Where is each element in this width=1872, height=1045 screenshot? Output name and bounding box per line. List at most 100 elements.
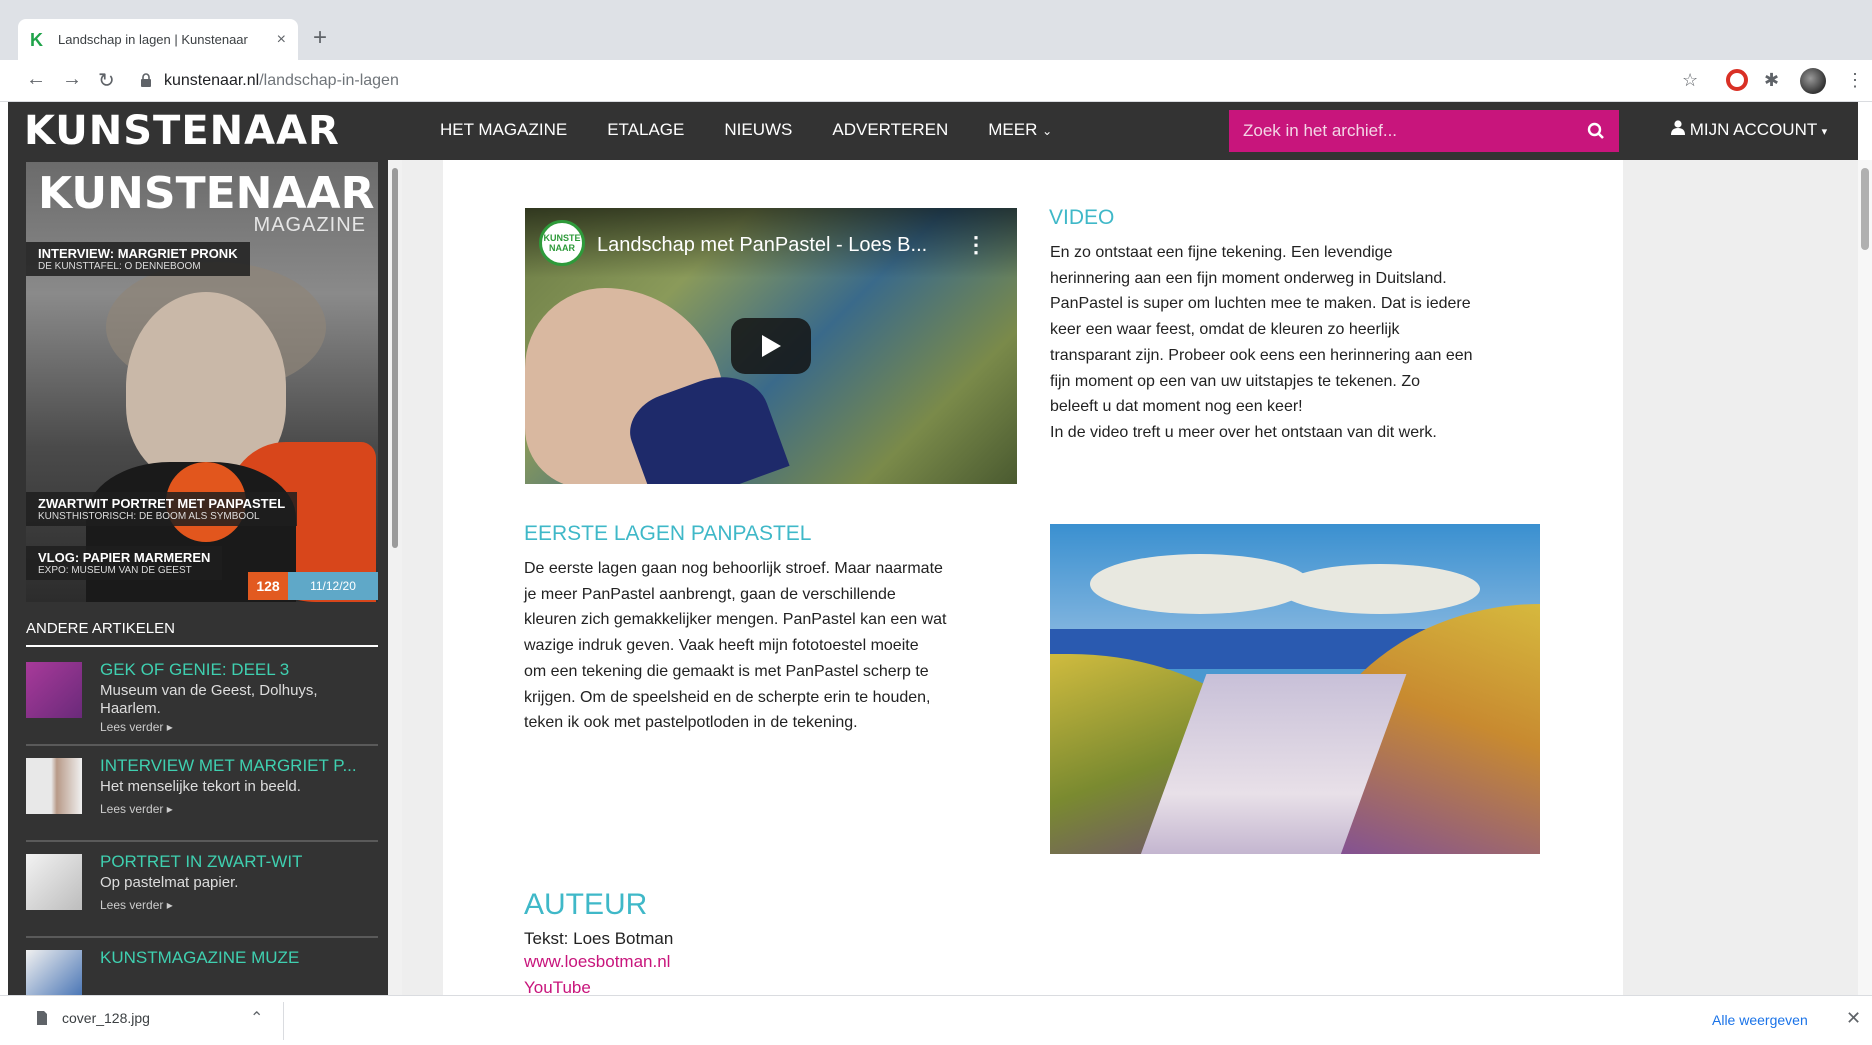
article-title[interactable]: KUNSTMAGAZINE MUZE: [100, 948, 378, 968]
article-description: Museum van de Geest, Dolhuys, Haarlem.: [100, 682, 318, 717]
article-title[interactable]: PORTRET IN ZWART-WIT: [100, 852, 378, 872]
cover-line-title: VLOG: PAPIER MARMEREN: [38, 550, 211, 565]
browser-menu-icon[interactable]: ⋮: [1846, 70, 1864, 91]
close-download-bar-icon[interactable]: ✕: [1846, 1008, 1861, 1029]
cover-line: INTERVIEW: MARGRIET PRONK DE KUNSTTAFEL:…: [26, 242, 250, 276]
article-item[interactable]: PORTRET IN ZWART-WIT Op pastelmat papier…: [26, 842, 378, 938]
article-title[interactable]: GEK OF GENIE: DEEL 3: [100, 660, 378, 680]
read-more-link[interactable]: Lees verder ▸: [100, 802, 173, 816]
site-logo[interactable]: KUNSTENAAR: [24, 108, 340, 154]
text-line: krijgen. Om de speelsheid en de scherpte…: [524, 688, 931, 706]
article-thumbnail[interactable]: [26, 758, 82, 814]
article-description: Het menselijke tekort in beeld.: [100, 778, 301, 795]
layers-section-heading: EERSTE LAGEN PANPASTEL: [524, 522, 812, 545]
read-more-link[interactable]: Lees verder ▸: [100, 720, 173, 734]
video-more-icon[interactable]: ⋮: [965, 232, 987, 258]
nav-het-magazine[interactable]: HET MAGAZINE: [440, 120, 567, 140]
text-line: De eerste lagen gaan nog behoorlijk stro…: [524, 560, 943, 577]
back-arrow-icon[interactable]: ←: [26, 68, 46, 91]
author-text: Tekst: Loes Botman: [524, 929, 674, 948]
article-description: Op pastelmat papier.: [100, 874, 239, 891]
browser-tab[interactable]: K Landschap in lagen | Kunstenaar ×: [18, 19, 298, 60]
kunstenaar-favicon-icon: K: [30, 29, 43, 50]
bookmark-star-icon[interactable]: ☆: [1682, 70, 1698, 91]
download-item[interactable]: cover_128.jpg: [36, 1010, 150, 1026]
search-box: [1229, 110, 1619, 152]
main-nav: HET MAGAZINE ETALAGE NIEUWS ADVERTEREN M…: [440, 120, 1092, 140]
new-tab-button[interactable]: +: [313, 24, 327, 52]
cover-line-title: ZWARTWIT PORTRET MET PANPASTEL: [38, 496, 286, 511]
cover-line-sub: DE KUNSTTAFEL: O DENNEBOOM: [38, 261, 201, 272]
show-all-downloads-button[interactable]: Alle weergeven: [1712, 1012, 1808, 1028]
file-icon: [37, 1011, 47, 1025]
text-line: fijn moment op een van uw uitstapjes te …: [1050, 372, 1420, 390]
search-button[interactable]: [1573, 110, 1619, 152]
download-filename: cover_128.jpg: [62, 1010, 150, 1026]
article-thumbnail[interactable]: [26, 950, 82, 995]
cover-line-title: INTERVIEW: MARGRIET PRONK: [38, 246, 238, 261]
nav-meer[interactable]: MEER ⌄: [988, 120, 1052, 140]
text-line: wazige indruk geven. Vaak heeft mijn fot…: [524, 637, 919, 655]
cover-line: ZWARTWIT PORTRET MET PANPASTEL KUNSTHIST…: [26, 492, 298, 526]
sidebar: KUNSTENAAR MAGAZINE INTERVIEW: MARGRIET …: [8, 160, 388, 995]
youtube-link[interactable]: YouTube: [524, 978, 591, 995]
nav-adverteren[interactable]: ADVERTEREN: [832, 120, 948, 140]
reload-icon[interactable]: ↻: [98, 68, 115, 93]
extension-red-icon[interactable]: [1726, 69, 1748, 91]
text-line: En zo ontstaat een fijne tekening. Een l…: [1050, 244, 1393, 261]
article-thumbnail[interactable]: [26, 854, 82, 910]
text-line: teken ik ook met pastelpotloden in de te…: [524, 714, 858, 732]
panpastel-landscape-image: [1050, 524, 1540, 854]
page-scrollbar-thumb[interactable]: [1861, 168, 1869, 250]
text-line: keer een waar feest, omdat de kleuren zo…: [1050, 321, 1400, 339]
article-thumbnail[interactable]: [26, 662, 82, 718]
author-website-link[interactable]: www.loesbotman.nl: [524, 952, 670, 972]
extensions-puzzle-icon[interactable]: ✱: [1764, 70, 1779, 91]
article-item[interactable]: GEK OF GENIE: DEEL 3 Museum van de Geest…: [26, 650, 378, 746]
video-section-text: En zo ontstaat een fijne tekening. Een l…: [1050, 240, 1570, 446]
cover-line: VLOG: PAPIER MARMEREN EXPO: MUSEUM VAN D…: [26, 546, 223, 580]
browser-toolbar: ← → ↻ kunstenaar.nl/landschap-in-lagen ☆…: [0, 60, 1872, 102]
cover-subtitle: MAGAZINE: [253, 214, 366, 236]
read-more-link[interactable]: Lees verder ▸: [100, 898, 173, 912]
search-input[interactable]: [1229, 111, 1559, 151]
article-title[interactable]: INTERVIEW MET MARGRIET P...: [100, 756, 378, 776]
download-bar: cover_128.jpg ⌃ Alle weergeven ✕: [0, 995, 1872, 1045]
chevron-down-icon: ⌄: [1042, 124, 1053, 138]
sidebar-scrollbar[interactable]: [388, 160, 402, 995]
sidebar-scrollbar-thumb[interactable]: [392, 168, 398, 548]
author-heading: AUTEUR: [524, 888, 648, 921]
play-button[interactable]: [731, 318, 811, 374]
cover-line-sub: EXPO: MUSEUM VAN DE GEEST: [38, 565, 192, 576]
text-line: beleeft u dat moment nog een keer!: [1050, 398, 1303, 416]
video-title[interactable]: Landschap met PanPastel - Loes B...: [597, 234, 927, 257]
nav-etalage[interactable]: ETALAGE: [607, 120, 684, 140]
youtube-video-embed[interactable]: KUNSTE NAAR Landschap met PanPastel - Lo…: [525, 208, 1017, 484]
text-line: herinnering aan een fijn moment onderweg…: [1050, 269, 1447, 287]
cover-line-sub: KUNSTHISTORISCH: DE BOOM ALS SYMBOOL: [38, 511, 260, 522]
page-scrollbar[interactable]: [1858, 160, 1872, 995]
play-icon: [762, 335, 781, 357]
account-menu[interactable]: MIJN ACCOUNT ▾: [1671, 120, 1827, 140]
account-label: MIJN ACCOUNT: [1689, 120, 1817, 139]
channel-logo[interactable]: KUNSTE NAAR: [539, 220, 585, 266]
tab-title: Landschap in lagen | Kunstenaar: [58, 32, 248, 47]
forward-arrow-icon[interactable]: →: [62, 68, 82, 91]
article-item[interactable]: INTERVIEW MET MARGRIET P... Het menselij…: [26, 746, 378, 842]
profile-avatar[interactable]: [1800, 68, 1826, 94]
close-tab-icon[interactable]: ×: [277, 31, 286, 49]
cover-title: KUNSTENAAR: [38, 168, 375, 219]
caret-down-icon: ▾: [1821, 126, 1828, 138]
search-icon: [1587, 122, 1604, 139]
nav-nieuws[interactable]: NIEUWS: [724, 120, 792, 140]
other-articles-heading: ANDERE ARTIKELEN: [26, 620, 378, 647]
painting-cloud: [1280, 564, 1480, 614]
chevron-up-icon[interactable]: ⌃: [250, 1008, 263, 1028]
article-item[interactable]: KUNSTMAGAZINE MUZE: [26, 938, 378, 995]
address-bar[interactable]: kunstenaar.nl/landschap-in-lagen: [140, 66, 1700, 96]
magazine-cover[interactable]: KUNSTENAAR MAGAZINE INTERVIEW: MARGRIET …: [26, 162, 378, 602]
painting-cloud: [1090, 554, 1310, 614]
site-header: KUNSTENAAR HET MAGAZINE ETALAGE NIEUWS A…: [8, 102, 1858, 160]
text-line: transparant zijn. Probeer ook eens een h…: [1050, 346, 1473, 364]
text-line: kleuren zich gemakkelijker mengen. PanPa…: [524, 611, 947, 629]
